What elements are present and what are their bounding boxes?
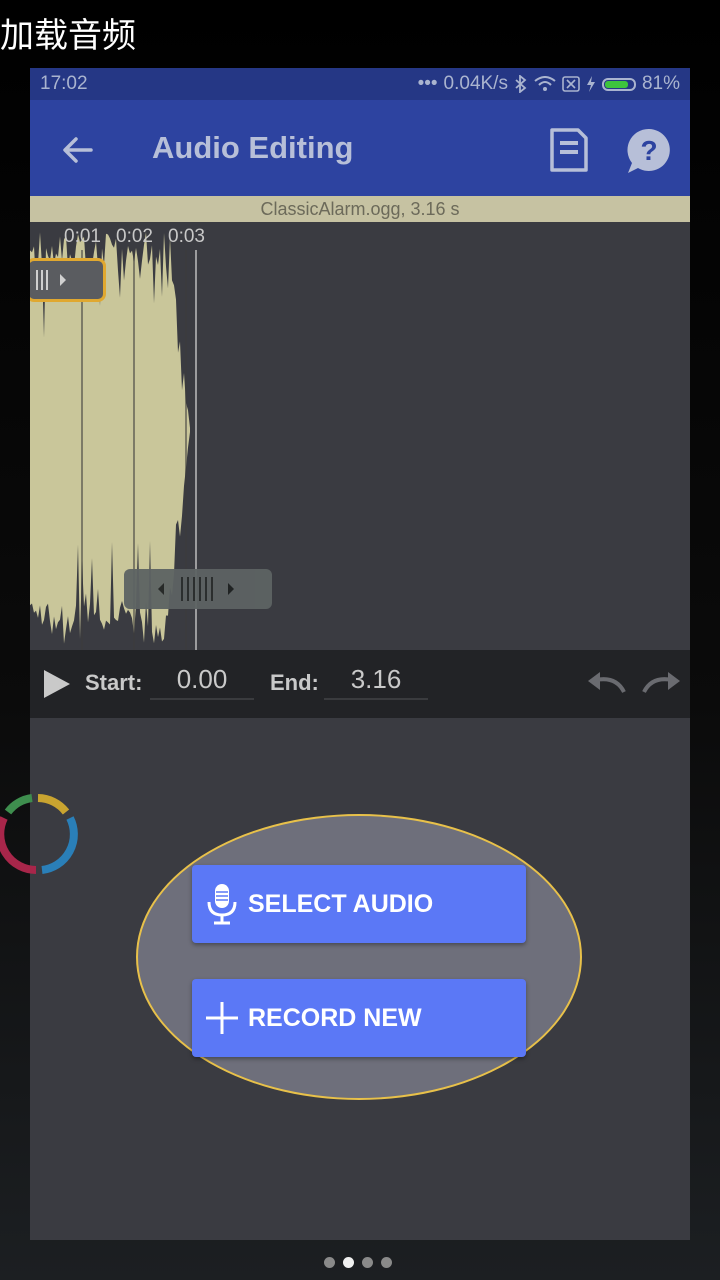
svg-text:?: ?	[640, 135, 657, 166]
no-sim-icon	[562, 76, 580, 92]
start-marker-handle[interactable]	[30, 258, 106, 302]
microphone-icon	[207, 884, 237, 925]
record-new-button[interactable]: RECORD NEW	[192, 979, 526, 1057]
status-time: 17:02	[40, 73, 88, 94]
battery-percent: 81%	[641, 73, 680, 94]
bluetooth-icon	[515, 75, 527, 93]
playback-controls: Start: 0.00 End: 3.16	[30, 650, 690, 718]
save-file-icon[interactable]	[544, 126, 592, 174]
timeline-tick-label: 0:03	[168, 226, 205, 247]
charging-icon	[586, 76, 595, 92]
select-audio-label: SELECT AUDIO	[248, 889, 434, 918]
more-dots-icon: •••	[417, 73, 438, 94]
timeline-tick-label: 0:02	[116, 226, 153, 247]
play-icon[interactable]	[42, 668, 72, 700]
phone-screen: 17:02 ••• 0.04K/s 81% Audio Editing ? Cl…	[30, 68, 690, 1240]
page-dot	[324, 1257, 335, 1268]
plus-icon	[206, 1002, 238, 1034]
start-label: Start:	[85, 670, 143, 695]
back-arrow-icon[interactable]	[58, 130, 98, 170]
select-audio-button[interactable]: SELECT AUDIO	[192, 865, 526, 943]
page-dot	[381, 1257, 392, 1268]
waveform-area[interactable]: 0:01 0:02 0:03	[30, 222, 690, 650]
page-title: Audio Editing	[152, 130, 354, 165]
battery-level-fill	[604, 80, 628, 88]
undo-icon[interactable]	[586, 666, 628, 702]
file-info-bar: ClassicAlarm.ogg, 3.16 s	[30, 196, 690, 222]
tutorial-highlight	[136, 814, 582, 1100]
end-time-field[interactable]: 3.16	[324, 664, 428, 700]
app-bar: Audio Editing ?	[30, 100, 690, 196]
help-bubble-icon[interactable]: ?	[624, 126, 674, 176]
timeline-tick-label: 0:01	[64, 226, 101, 247]
end-marker-handle[interactable]	[124, 560, 272, 609]
page-dot	[362, 1257, 373, 1268]
page-dot	[343, 1257, 354, 1268]
end-label: End:	[270, 670, 319, 695]
loading-spinner-icon	[0, 794, 78, 874]
status-bar: 17:02 ••• 0.04K/s 81%	[30, 68, 690, 100]
record-new-label: RECORD NEW	[248, 1003, 422, 1032]
network-speed: 0.04K/s	[443, 73, 508, 94]
page-indicator	[324, 1257, 392, 1268]
page-caption: 加载音频	[0, 16, 136, 56]
battery-icon	[601, 77, 636, 91]
drag-grip-icon	[36, 270, 66, 290]
status-indicators: ••• 0.04K/s 81%	[418, 73, 680, 95]
drag-grip-icon	[158, 560, 234, 601]
redo-icon[interactable]	[640, 666, 682, 702]
start-time-field[interactable]: 0.00	[150, 664, 254, 700]
wifi-icon	[534, 76, 556, 91]
